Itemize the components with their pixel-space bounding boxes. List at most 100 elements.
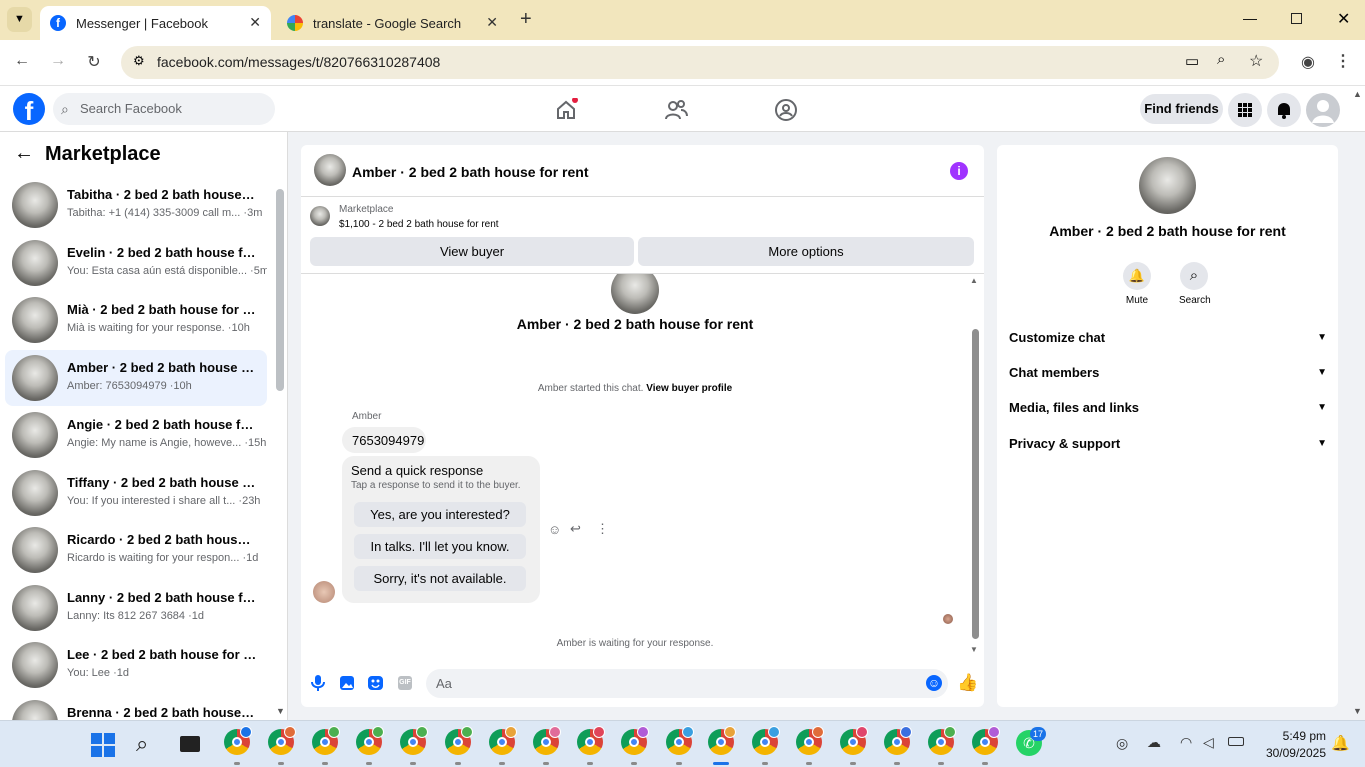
quick-response-yes[interactable]: Yes, are you interested?: [354, 502, 526, 527]
conversation-item[interactable]: Amber · 2 bed 2 bath house for ... Amber:…: [5, 349, 267, 406]
taskbar-search-icon[interactable]: ⌕: [136, 731, 148, 757]
chrome-taskbar-icon[interactable]: [666, 726, 694, 755]
media-files-links-row[interactable]: Media, files and links ▼: [1009, 396, 1327, 420]
panel-avatar[interactable]: [1139, 157, 1196, 214]
clock-time[interactable]: 5:49 pm: [1262, 729, 1326, 743]
close-window-icon[interactable]: ✕: [1337, 9, 1350, 29]
windows-start-icon[interactable]: [91, 733, 115, 757]
message-bubble[interactable]: 7653094979: [342, 427, 426, 453]
bookmark-star-icon[interactable]: ☆: [1249, 51, 1263, 71]
chrome-taskbar-icon[interactable]: [972, 726, 1000, 755]
view-buyer-profile-link[interactable]: View buyer profile: [646, 383, 732, 394]
restore-icon[interactable]: [1291, 13, 1302, 24]
microphone-icon[interactable]: [311, 675, 325, 691]
chrome-taskbar-icon[interactable]: [489, 726, 517, 755]
friends-icon[interactable]: [664, 98, 688, 122]
notification-center-icon[interactable]: 🔔: [1331, 734, 1350, 752]
back-arrow-icon[interactable]: ←: [14, 142, 34, 165]
minimize-icon[interactable]: —: [1243, 10, 1257, 26]
new-tab-icon[interactable]: +: [520, 8, 532, 31]
notifications-bell-icon[interactable]: [1267, 93, 1301, 127]
clock-date[interactable]: 30/09/2025: [1250, 746, 1326, 760]
task-view-icon[interactable]: [180, 736, 200, 752]
groups-icon[interactable]: [774, 98, 798, 122]
tab-messenger[interactable]: f Messenger | Facebook ✕: [40, 6, 271, 40]
site-settings-icon[interactable]: ⚙: [133, 53, 145, 69]
conversation-item[interactable]: Ricardo · 2 bed 2 bath house fo... Ricard…: [5, 522, 267, 578]
chat-scroll-down-icon[interactable]: ▼: [970, 645, 978, 654]
profile-icon[interactable]: ◉: [1296, 52, 1320, 72]
chrome-taskbar-icon[interactable]: [356, 726, 384, 755]
sticker-icon[interactable]: [368, 675, 383, 691]
page-scroll-up-icon[interactable]: ▲: [1353, 89, 1362, 99]
reply-icon[interactable]: ↩: [570, 521, 581, 537]
info-icon[interactable]: i: [950, 162, 968, 180]
home-icon[interactable]: [554, 98, 578, 122]
quick-response-in-talks[interactable]: In talks. I'll let you know.: [354, 534, 526, 559]
chrome-taskbar-icon[interactable]: [884, 726, 912, 755]
chrome-taskbar-icon[interactable]: [268, 726, 296, 755]
cloud-off-icon[interactable]: ☁: [1147, 734, 1161, 751]
sidebar-scroll-down-icon[interactable]: ▼: [276, 706, 285, 716]
chrome-taskbar-icon[interactable]: [621, 726, 649, 755]
gif-icon[interactable]: GIF: [398, 676, 412, 690]
quick-response-not-available[interactable]: Sorry, it's not available.: [354, 566, 526, 591]
close-tab-icon[interactable]: ✕: [486, 14, 498, 31]
conversation-item[interactable]: Brenna · 2 bed 2 bath house f...: [5, 695, 267, 720]
conversation-item[interactable]: Tabitha · 2 bed 2 bath house for... Tabit…: [5, 177, 267, 233]
install-app-icon[interactable]: ▭: [1185, 52, 1199, 70]
account-avatar[interactable]: [1306, 93, 1340, 127]
view-buyer-button[interactable]: View buyer: [310, 237, 634, 266]
conversation-item[interactable]: Angie · 2 bed 2 bath house for r... Angie…: [5, 407, 267, 463]
page-scroll-down-icon[interactable]: ▼: [1353, 706, 1362, 716]
search-in-chat-button[interactable]: ⌕ Search: [1179, 262, 1211, 306]
find-friends-button[interactable]: Find friends: [1140, 94, 1223, 124]
chrome-taskbar-icon[interactable]: [840, 726, 868, 755]
tab-translate[interactable]: translate - Google Search ✕: [277, 6, 508, 40]
wifi-icon[interactable]: ◠: [1180, 734, 1192, 751]
sidebar-scrollbar[interactable]: [276, 189, 284, 391]
zoom-icon[interactable]: ⌕: [1217, 51, 1225, 68]
chat-scroll-up-icon[interactable]: ▲: [970, 276, 978, 285]
chrome-taskbar-icon[interactable]: [577, 726, 605, 755]
chat-scrollbar[interactable]: [972, 329, 979, 639]
battery-icon[interactable]: [1228, 737, 1244, 746]
close-tab-icon[interactable]: ✕: [249, 14, 261, 31]
more-actions-icon[interactable]: ⋮: [596, 521, 609, 537]
facebook-logo-icon[interactable]: f: [13, 93, 45, 126]
more-options-button[interactable]: More options: [638, 237, 974, 266]
chrome-taskbar-icon[interactable]: [752, 726, 780, 755]
chrome-taskbar-icon[interactable]: [708, 726, 736, 755]
location-icon[interactable]: ◎: [1116, 735, 1128, 752]
conversation-item[interactable]: Tiffany · 2 bed 2 bath house for... You: …: [5, 465, 267, 521]
emoji-icon[interactable]: ☺: [926, 675, 942, 691]
conversation-item[interactable]: Evelin · 2 bed 2 bath house for r... You:…: [5, 235, 267, 291]
conversation-item[interactable]: Lee · 2 bed 2 bath house for rent You: Le…: [5, 637, 267, 693]
chat-avatar[interactable]: [314, 154, 346, 186]
message-input[interactable]: Aa: [426, 669, 948, 698]
chat-title[interactable]: Amber · 2 bed 2 bath house for rent: [352, 164, 588, 180]
address-bar[interactable]: ⚙ facebook.com/messages/t/82076631028740…: [121, 46, 1279, 79]
chrome-taskbar-icon[interactable]: [224, 726, 252, 755]
like-thumb-icon[interactable]: 👍: [957, 673, 978, 693]
chrome-taskbar-icon[interactable]: [445, 726, 473, 755]
browser-menu-icon[interactable]: ⋮: [1331, 51, 1355, 71]
react-emoji-icon[interactable]: ☺: [548, 522, 561, 537]
customize-chat-row[interactable]: Customize chat ▼: [1009, 326, 1327, 350]
chrome-taskbar-icon[interactable]: [533, 726, 561, 755]
mute-button[interactable]: 🔔 Mute: [1122, 262, 1152, 306]
listing-title[interactable]: $1,100 - 2 bed 2 bath house for rent: [339, 219, 499, 230]
menu-grid-icon[interactable]: [1228, 93, 1262, 127]
conversation-item[interactable]: Lanny · 2 bed 2 bath house for r... Lanny…: [5, 580, 267, 636]
back-icon[interactable]: ←: [10, 52, 34, 70]
search-facebook-input[interactable]: ⌕ Search Facebook: [53, 93, 275, 125]
reload-icon[interactable]: ↻: [82, 52, 106, 72]
conversation-item[interactable]: Mià · 2 bed 2 bath house for rent Mià is …: [5, 292, 267, 348]
privacy-support-row[interactable]: Privacy & support ▼: [1009, 432, 1327, 456]
volume-icon[interactable]: ◁: [1203, 734, 1214, 751]
chat-members-row[interactable]: Chat members ▼: [1009, 361, 1327, 385]
chrome-taskbar-icon[interactable]: [796, 726, 824, 755]
photo-icon[interactable]: [340, 675, 354, 691]
forward-icon[interactable]: →: [46, 52, 70, 70]
chrome-taskbar-icon[interactable]: [312, 726, 340, 755]
